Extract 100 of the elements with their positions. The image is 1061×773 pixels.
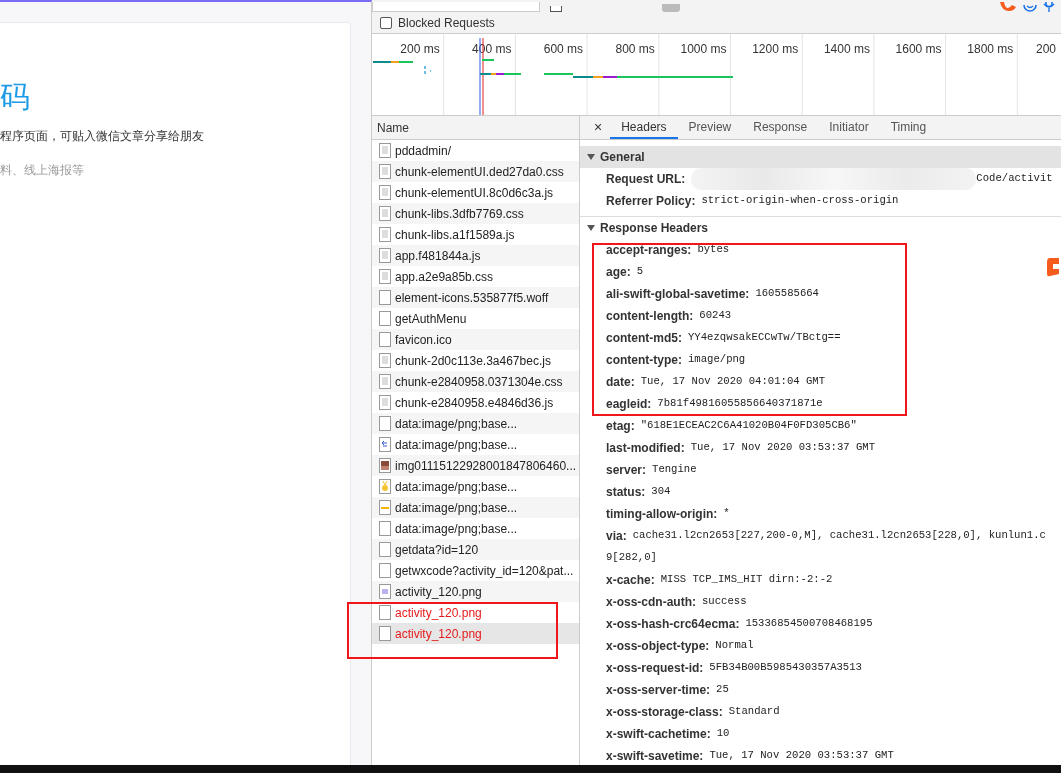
header-value: "618E1ECEAC2C6A41020B04F0FD305CB6" [640,418,857,434]
request-row[interactable]: data:image/png;base... [372,434,579,455]
header-value: Code/activit [976,171,1053,187]
request-row[interactable]: activity_120.png [372,623,579,644]
header-value: MISS TCP_IMS_HIT dirn:-2:-2 [660,572,833,588]
document-icon [379,164,391,179]
file-icon [379,563,391,578]
request-row[interactable]: chunk-e2840958.e4846d36.js [372,392,579,413]
close-button[interactable]: × [586,116,611,139]
request-row[interactable]: img01115122928001847806460... [372,455,579,476]
header-name: x-oss-request-id: [606,660,704,677]
request-row[interactable]: chunk-libs.3dfb7769.css [372,203,579,224]
request-row[interactable]: chunk-elementUI.ded27da0.css [372,161,579,182]
header-name: x-oss-server-time: [606,682,711,699]
header-value: success [702,594,747,610]
page-heading: 码 [0,79,31,115]
request-row[interactable]: favicon.ico [372,329,579,350]
header-value: 5FB34B00B5985430357A3513 [709,660,862,676]
header-name: Request URL: [606,171,686,188]
header-name: x-swift-cachetime: [606,726,711,743]
file-icon [379,311,391,326]
header-name: x-swift-savetime: [606,748,704,765]
header-value: YY4ezqwsakECCwTw/TBctg== [688,330,841,346]
header-name: status: [606,484,646,501]
header-value: 9[282,0] [606,550,657,566]
detail-tab[interactable]: Preview [677,116,743,139]
file-icon [379,605,391,620]
file-icon [379,542,391,557]
request-row[interactable]: activity_120.png [372,581,579,602]
logo-icon [1046,256,1060,278]
request-row[interactable]: getAuthMenu [372,308,579,329]
request-row[interactable]: pddadmin/ [372,140,579,161]
request-row[interactable]: chunk-2d0c113e.3a467bec.js [372,350,579,371]
header-value: image/png [688,352,746,368]
blocked-requests-checkbox[interactable] [380,16,392,29]
request-row[interactable]: chunk-libs.a1f1589a.js [372,224,579,245]
request-row[interactable]: data:image/png;base... [372,518,579,539]
caret-icon [586,152,596,162]
header-value: 15336854500708468195 [745,616,873,632]
header-name: date: [606,374,635,391]
image-thumbnail-icon [379,458,391,473]
file-icon [379,290,391,305]
header-value: Normal [715,638,754,654]
header-name: eagleid: [606,396,652,413]
detail-tab[interactable]: Initiator [818,116,880,139]
header-value: Tue, 17 Nov 2020 03:53:37 GMT [690,440,876,456]
header-value: 1605585664 [755,286,819,302]
section-header[interactable]: General [580,146,1061,168]
header-name: timing-allow-origin: [606,506,718,523]
filter-field[interactable] [372,2,540,12]
document-icon [379,143,391,158]
blocked-requests-label: Blocked Requests [398,14,495,32]
header-name: via: [606,528,627,545]
header-value: 10 [716,726,730,742]
header-name: x-cache: [606,572,655,589]
header-value: Standard [728,704,780,720]
request-row[interactable]: app.f481844a.js [372,245,579,266]
header-name: last-modified: [606,440,685,457]
header-value: Tengine [652,462,697,478]
header-name: x-oss-cdn-auth: [606,594,696,611]
request-row[interactable]: getwxcode?activity_id=120&pat... [372,560,579,581]
document-icon [379,374,391,389]
request-row[interactable]: getdata?id=120 [372,539,579,560]
file-icon [379,626,391,641]
header-name: age: [606,264,631,281]
request-row[interactable]: data:image/png;base... [372,497,579,518]
header-name: x-oss-storage-class: [606,704,723,721]
header-name: content-md5: [606,330,682,347]
header-value: 304 [651,484,671,500]
request-row[interactable]: element-icons.535877f5.woff [372,287,579,308]
header-name: x-oss-object-type: [606,638,710,655]
header-value: * [723,506,730,522]
request-row[interactable]: app.a2e9a85b.css [372,266,579,287]
header-name: ali-swift-global-savetime: [606,286,750,303]
request-row[interactable]: chunk-e2840958.0371304e.css [372,371,579,392]
document-icon [379,248,391,263]
document-icon [379,395,391,410]
medal-icon [379,479,391,494]
detail-tab[interactable]: Headers [610,116,678,139]
detail-tab[interactable]: Response [742,116,819,139]
detail-tab[interactable]: Timing [879,116,938,139]
header-value: 60243 [699,308,732,324]
column-header[interactable]: Name [372,116,579,140]
file-icon [379,416,391,431]
page-hint: 料、线上海报等 [0,162,85,179]
request-row[interactable]: activity_120.png [372,602,579,623]
request-row[interactable]: data:image/png;base... [372,476,579,497]
header-value: 25 [716,682,729,698]
header-name: accept-ranges: [606,242,692,259]
image-thumbnail-icon [379,584,391,599]
file-icon [379,332,391,347]
request-row[interactable]: data:image/png;base... [372,413,579,434]
request-row[interactable]: chunk-elementUI.8c0d6c3a.js [372,182,579,203]
hide-data-urls-checkbox[interactable] [550,6,562,12]
header-name: etag: [606,418,635,435]
document-icon [379,353,391,368]
caret-icon [586,223,596,233]
section-header[interactable]: Response Headers [580,217,1061,239]
header-name: x-oss-hash-crc64ecma: [606,616,740,633]
header-value: 7b81f49816055856640371871e [657,396,823,412]
